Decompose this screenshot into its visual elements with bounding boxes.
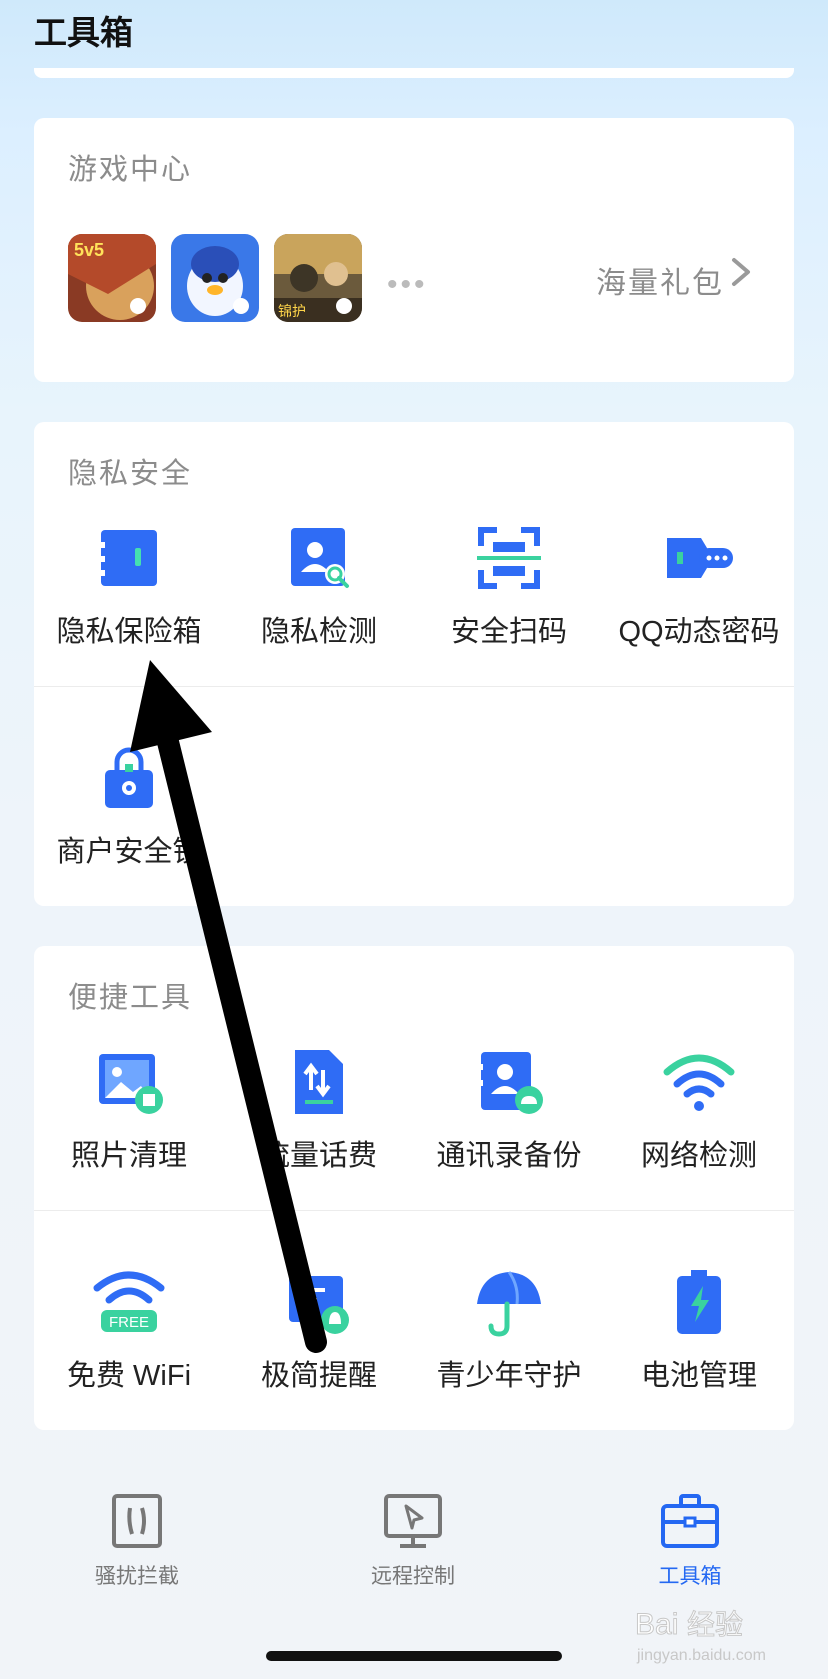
tab-toolbox[interactable]: 工具箱 — [590, 1490, 790, 1590]
dynamic-key-icon — [667, 538, 733, 578]
baidu-watermark-logo: Bai 经验 jingyan.baidu.com — [635, 1608, 766, 1665]
home-indicator[interactable] — [266, 1651, 562, 1661]
tool-contacts-backup[interactable]: 通讯录备份 — [414, 1046, 604, 1174]
tool-photo-clean[interactable]: 照片清理 — [34, 1046, 224, 1174]
call-block-icon — [112, 1494, 162, 1548]
tool-label: 网络检测 — [640, 1140, 757, 1172]
more-games-dots[interactable]: ••• — [387, 268, 428, 302]
privacy-security-title: 隐私安全 — [68, 458, 193, 490]
privacy-security-card: 隐私安全 隐私保险箱 隐私检测 安全扫码 QQ动态密码 商户安全锁 — [34, 422, 794, 906]
reminder-icon — [289, 1276, 349, 1334]
svg-text:Bai: Bai — [635, 1608, 678, 1641]
tool-label: QQ动态密码 — [618, 616, 780, 648]
divider — [34, 1210, 794, 1211]
tool-merchant-lock[interactable]: 商户安全锁 — [34, 742, 224, 870]
tool-minimal-reminder[interactable]: 极简提醒 — [224, 1266, 414, 1394]
divider — [34, 686, 794, 687]
tool-qq-dynamic-password[interactable]: QQ动态密码 — [604, 522, 794, 650]
quick-tools-title: 便捷工具 — [68, 982, 193, 1014]
game-icon-penguin[interactable] — [171, 234, 259, 322]
tab-label: 骚扰拦截 — [95, 1565, 179, 1588]
tool-privacy-safe[interactable]: 隐私保险箱 — [34, 522, 224, 650]
top-card-edge — [34, 68, 794, 78]
svg-text:锦护: 锦护 — [278, 303, 306, 319]
qr-scan-icon — [477, 527, 541, 589]
tool-label: 隐私检测 — [260, 616, 377, 648]
contacts-backup-icon — [477, 1052, 543, 1114]
game-icon-honor-of-kings[interactable]: 5v5 — [68, 234, 156, 322]
tool-label: 隐私保险箱 — [56, 616, 202, 648]
umbrella-icon — [477, 1271, 541, 1337]
wifi-check-icon — [663, 1054, 735, 1111]
tool-label: 青少年守护 — [436, 1360, 582, 1392]
game-center-card: 游戏中心 5v5 锦护 ••• 海量礼包 — [34, 118, 794, 382]
svg-text:经验: 经验 — [687, 1609, 743, 1640]
data-bill-icon — [295, 1050, 343, 1114]
chevron-right-icon[interactable] — [722, 252, 760, 292]
free-badge-text: FREE — [109, 1314, 149, 1331]
free-wifi-icon: FREE — [93, 1271, 165, 1332]
tool-label: 流量话费 — [260, 1140, 377, 1172]
remote-control-icon — [384, 1494, 442, 1548]
quick-tools-card: 便捷工具 照片清理 流量话费 通讯录备份 网络检测 FREE 免费 WiFi 极… — [34, 946, 794, 1430]
tool-data-bill[interactable]: 流量话费 — [224, 1046, 414, 1174]
svg-text:jingyan.baidu.com: jingyan.baidu.com — [636, 1647, 766, 1664]
tool-battery-manage[interactable]: 电池管理 — [604, 1266, 794, 1394]
tab-call-block[interactable]: 骚扰拦截 — [37, 1490, 237, 1590]
game-icon-pubg[interactable]: 锦护 — [274, 234, 362, 322]
privacy-scan-icon — [291, 528, 349, 588]
tool-label: 通讯录备份 — [436, 1140, 582, 1172]
tool-label: 电池管理 — [640, 1360, 757, 1392]
tab-label: 远程控制 — [371, 1565, 455, 1588]
tool-label: 极简提醒 — [260, 1360, 377, 1392]
tool-label: 安全扫码 — [450, 616, 567, 648]
tool-label: 免费 WiFi — [66, 1360, 192, 1392]
tab-remote-control[interactable]: 远程控制 — [313, 1490, 513, 1590]
safe-box-icon — [99, 530, 157, 586]
gift-pack-link[interactable]: 海量礼包 — [596, 258, 724, 302]
page-title: 工具箱 — [34, 14, 133, 51]
tool-free-wifi[interactable]: FREE 免费 WiFi — [34, 1266, 224, 1394]
tool-label: 照片清理 — [70, 1140, 187, 1172]
svg-text:5v5: 5v5 — [74, 240, 104, 260]
tool-youth-guard[interactable]: 青少年守护 — [414, 1266, 604, 1394]
merchant-lock-icon — [105, 747, 153, 808]
tool-safe-scan[interactable]: 安全扫码 — [414, 522, 604, 650]
tool-label: 商户安全锁 — [56, 836, 202, 868]
photo-clean-icon — [99, 1054, 163, 1114]
toolbox-icon — [661, 1494, 719, 1548]
battery-icon — [677, 1270, 721, 1334]
tool-network-check[interactable]: 网络检测 — [604, 1046, 794, 1174]
tool-privacy-check[interactable]: 隐私检测 — [224, 522, 414, 650]
tab-label: 工具箱 — [658, 1565, 722, 1588]
game-center-title: 游戏中心 — [68, 154, 193, 186]
